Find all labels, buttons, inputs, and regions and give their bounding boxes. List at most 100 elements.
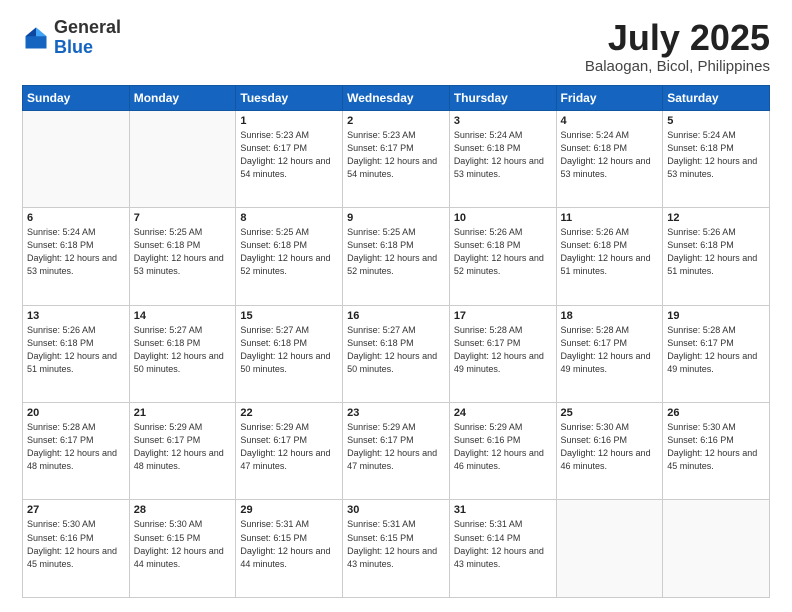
day-number: 23 (347, 407, 445, 419)
day-number: 24 (454, 407, 552, 419)
day-info: Sunrise: 5:29 AMSunset: 6:17 PMDaylight:… (240, 421, 338, 473)
day-number: 20 (27, 407, 125, 419)
weekday-header: Tuesday (236, 85, 343, 110)
calendar-cell: 20 Sunrise: 5:28 AMSunset: 6:17 PMDayligh… (23, 403, 130, 500)
day-number: 2 (347, 115, 445, 127)
calendar-cell: 28 Sunrise: 5:30 AMSunset: 6:15 PMDayligh… (129, 500, 236, 598)
day-info: Sunrise: 5:29 AMSunset: 6:17 PMDaylight:… (134, 421, 232, 473)
day-info: Sunrise: 5:28 AMSunset: 6:17 PMDaylight:… (561, 324, 659, 376)
calendar-cell: 14Sunrise: 5:27 AMSunset: 6:18 PMDayligh… (129, 305, 236, 402)
day-info: Sunrise: 5:30 AMSunset: 6:15 PMDaylight:… (134, 518, 232, 570)
calendar-cell: 8 Sunrise: 5:25 AMSunset: 6:18 PMDaylight… (236, 208, 343, 305)
day-info: Sunrise: 5:25 AMSunset: 6:18 PMDaylight:… (347, 226, 445, 278)
day-number: 11 (561, 212, 659, 224)
calendar-cell: 29Sunrise: 5:31 AMSunset: 6:15 PMDayligh… (236, 500, 343, 598)
day-info: Sunrise: 5:26 AMSunset: 6:18 PMDaylight:… (561, 226, 659, 278)
calendar-cell (23, 110, 130, 207)
day-info: Sunrise: 5:24 AMSunset: 6:18 PMDaylight:… (454, 129, 552, 181)
day-number: 7 (134, 212, 232, 224)
logo-icon (22, 24, 50, 52)
day-info: Sunrise: 5:30 AMSunset: 6:16 PMDaylight:… (27, 518, 125, 570)
day-number: 18 (561, 310, 659, 322)
title-block: July 2025 Balaogan, Bicol, Philippines (585, 18, 770, 75)
day-info: Sunrise: 5:23 AMSunset: 6:17 PMDaylight:… (347, 129, 445, 181)
month-title: July 2025 (585, 18, 770, 58)
page: General Blue July 2025 Balaogan, Bicol, … (0, 0, 792, 612)
day-info: Sunrise: 5:31 AMSunset: 6:15 PMDaylight:… (240, 518, 338, 570)
calendar-week-row: 1 Sunrise: 5:23 AMSunset: 6:17 PMDaylight… (23, 110, 770, 207)
calendar-cell: 11 Sunrise: 5:26 AMSunset: 6:18 PMDayligh… (556, 208, 663, 305)
day-info: Sunrise: 5:24 AMSunset: 6:18 PMDaylight:… (27, 226, 125, 278)
day-info: Sunrise: 5:31 AMSunset: 6:15 PMDaylight:… (347, 518, 445, 570)
day-number: 15 (240, 310, 338, 322)
day-info: Sunrise: 5:31 AMSunset: 6:14 PMDaylight:… (454, 518, 552, 570)
calendar-cell: 1 Sunrise: 5:23 AMSunset: 6:17 PMDaylight… (236, 110, 343, 207)
day-number: 8 (240, 212, 338, 224)
calendar-cell: 16Sunrise: 5:27 AMSunset: 6:18 PMDayligh… (343, 305, 450, 402)
day-info: Sunrise: 5:25 AMSunset: 6:18 PMDaylight:… (240, 226, 338, 278)
weekday-header: Sunday (23, 85, 130, 110)
day-number: 21 (134, 407, 232, 419)
calendar-week-row: 13Sunrise: 5:26 AMSunset: 6:18 PMDayligh… (23, 305, 770, 402)
logo-blue-text: Blue (54, 37, 93, 57)
calendar-cell: 6 Sunrise: 5:24 AMSunset: 6:18 PMDaylight… (23, 208, 130, 305)
calendar-cell (129, 110, 236, 207)
calendar-cell: 22 Sunrise: 5:29 AMSunset: 6:17 PMDayligh… (236, 403, 343, 500)
calendar-week-row: 27 Sunrise: 5:30 AMSunset: 6:16 PMDayligh… (23, 500, 770, 598)
calendar-table: SundayMondayTuesdayWednesdayThursdayFrid… (22, 85, 770, 598)
day-info: Sunrise: 5:28 AMSunset: 6:17 PMDaylight:… (454, 324, 552, 376)
day-number: 6 (27, 212, 125, 224)
day-info: Sunrise: 5:24 AMSunset: 6:18 PMDaylight:… (561, 129, 659, 181)
calendar-cell: 25 Sunrise: 5:30 AMSunset: 6:16 PMDayligh… (556, 403, 663, 500)
day-number: 27 (27, 504, 125, 516)
calendar-cell: 2 Sunrise: 5:23 AMSunset: 6:17 PMDaylight… (343, 110, 450, 207)
day-info: Sunrise: 5:27 AMSunset: 6:18 PMDaylight:… (240, 324, 338, 376)
logo: General Blue (22, 18, 121, 58)
weekday-header: Monday (129, 85, 236, 110)
day-number: 17 (454, 310, 552, 322)
day-info: Sunrise: 5:26 AMSunset: 6:18 PMDaylight:… (454, 226, 552, 278)
day-number: 25 (561, 407, 659, 419)
calendar-week-row: 20 Sunrise: 5:28 AMSunset: 6:17 PMDayligh… (23, 403, 770, 500)
calendar-cell (663, 500, 770, 598)
day-info: Sunrise: 5:28 AMSunset: 6:17 PMDaylight:… (27, 421, 125, 473)
calendar-cell: 5Sunrise: 5:24 AMSunset: 6:18 PMDaylight… (663, 110, 770, 207)
calendar-cell: 21 Sunrise: 5:29 AMSunset: 6:17 PMDayligh… (129, 403, 236, 500)
calendar-cell: 19 Sunrise: 5:28 AMSunset: 6:17 PMDayligh… (663, 305, 770, 402)
logo-text: General Blue (54, 18, 121, 58)
day-number: 5 (667, 115, 765, 127)
calendar-cell: 23 Sunrise: 5:29 AMSunset: 6:17 PMDayligh… (343, 403, 450, 500)
calendar-cell: 10 Sunrise: 5:26 AMSunset: 6:18 PMDayligh… (449, 208, 556, 305)
day-info: Sunrise: 5:26 AMSunset: 6:18 PMDaylight:… (667, 226, 765, 278)
header: General Blue July 2025 Balaogan, Bicol, … (22, 18, 770, 75)
day-info: Sunrise: 5:27 AMSunset: 6:18 PMDaylight:… (134, 324, 232, 376)
day-number: 28 (134, 504, 232, 516)
calendar-cell: 4 Sunrise: 5:24 AMSunset: 6:18 PMDaylight… (556, 110, 663, 207)
calendar-cell: 18 Sunrise: 5:28 AMSunset: 6:17 PMDayligh… (556, 305, 663, 402)
calendar-week-row: 6 Sunrise: 5:24 AMSunset: 6:18 PMDaylight… (23, 208, 770, 305)
calendar-cell: 24 Sunrise: 5:29 AMSunset: 6:16 PMDayligh… (449, 403, 556, 500)
weekday-header: Friday (556, 85, 663, 110)
day-number: 13 (27, 310, 125, 322)
day-info: Sunrise: 5:28 AMSunset: 6:17 PMDaylight:… (667, 324, 765, 376)
day-number: 4 (561, 115, 659, 127)
day-number: 31 (454, 504, 552, 516)
day-number: 3 (454, 115, 552, 127)
day-number: 22 (240, 407, 338, 419)
day-number: 26 (667, 407, 765, 419)
day-number: 19 (667, 310, 765, 322)
day-info: Sunrise: 5:23 AMSunset: 6:17 PMDaylight:… (240, 129, 338, 181)
day-info: Sunrise: 5:29 AMSunset: 6:17 PMDaylight:… (347, 421, 445, 473)
day-number: 30 (347, 504, 445, 516)
weekday-header: Wednesday (343, 85, 450, 110)
calendar-header-row: SundayMondayTuesdayWednesdayThursdayFrid… (23, 85, 770, 110)
calendar-cell: 13Sunrise: 5:26 AMSunset: 6:18 PMDayligh… (23, 305, 130, 402)
day-number: 1 (240, 115, 338, 127)
day-number: 10 (454, 212, 552, 224)
day-info: Sunrise: 5:29 AMSunset: 6:16 PMDaylight:… (454, 421, 552, 473)
calendar-cell: 31 Sunrise: 5:31 AMSunset: 6:14 PMDayligh… (449, 500, 556, 598)
day-info: Sunrise: 5:30 AMSunset: 6:16 PMDaylight:… (561, 421, 659, 473)
calendar-cell: 3 Sunrise: 5:24 AMSunset: 6:18 PMDaylight… (449, 110, 556, 207)
calendar-cell: 17 Sunrise: 5:28 AMSunset: 6:17 PMDayligh… (449, 305, 556, 402)
day-info: Sunrise: 5:25 AMSunset: 6:18 PMDaylight:… (134, 226, 232, 278)
